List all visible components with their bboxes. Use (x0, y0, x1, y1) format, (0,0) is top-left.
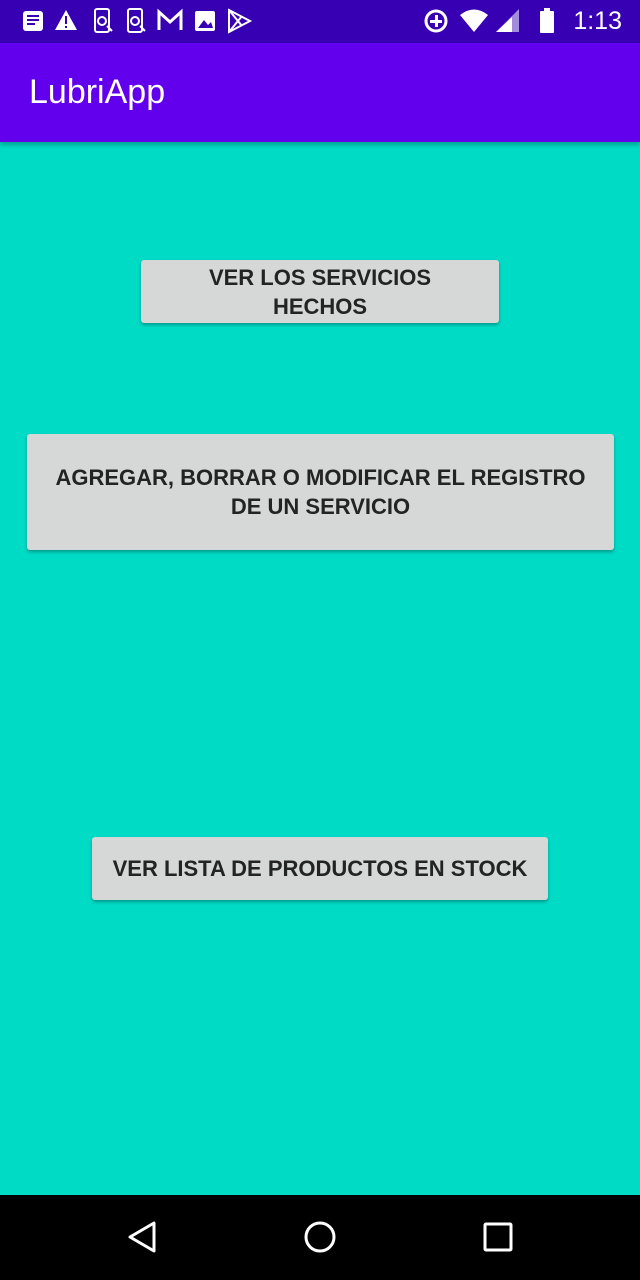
back-icon[interactable] (120, 1215, 164, 1259)
battery-icon (540, 8, 554, 33)
image-icon (195, 11, 215, 31)
app-title: LubriApp (29, 73, 166, 111)
view-stock-products-button[interactable]: VER LISTA DE PRODUCTOS EN STOCK (92, 837, 548, 900)
phone-sync-icon (127, 8, 146, 33)
warning-icon (55, 10, 77, 30)
phone-sync-icon (94, 8, 113, 33)
manage-service-record-button[interactable]: AGREGAR, BORRAR O MODIFICAR EL REGISTRO … (27, 434, 614, 550)
recents-icon[interactable] (476, 1215, 520, 1259)
app-bar: LubriApp (0, 43, 640, 142)
view-services-button[interactable]: VER LOS SERVICIOS HECHOS (141, 260, 499, 323)
signal-icon (496, 9, 519, 32)
gmail-icon (157, 8, 183, 30)
status-bar: 1:13 (0, 0, 640, 43)
wifi-icon (460, 9, 488, 32)
status-clock: 1:13 (573, 7, 622, 35)
play-store-icon (228, 8, 253, 34)
main-content: VER LOS SERVICIOS HECHOS AGREGAR, BORRAR… (0, 142, 640, 1195)
data-saver-icon (424, 9, 448, 33)
notes-icon (23, 11, 43, 31)
home-icon[interactable] (298, 1215, 342, 1259)
navigation-bar (0, 1195, 640, 1280)
